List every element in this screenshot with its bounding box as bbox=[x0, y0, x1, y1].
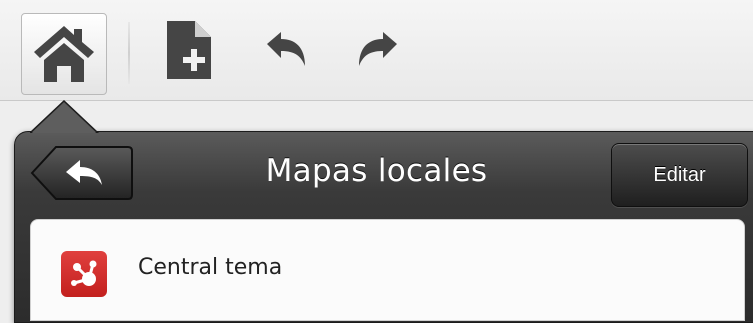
redo-button[interactable] bbox=[346, 28, 406, 72]
redo-icon bbox=[359, 32, 397, 66]
undo-icon bbox=[267, 32, 305, 66]
new-document-icon bbox=[167, 21, 211, 79]
toolbar bbox=[0, 0, 753, 101]
undo-button[interactable] bbox=[258, 28, 318, 72]
list-item[interactable]: Central tema bbox=[31, 220, 744, 320]
home-icon bbox=[34, 26, 94, 82]
popover-pointer bbox=[30, 100, 100, 133]
new-document-button[interactable] bbox=[158, 16, 220, 84]
toolbar-separator bbox=[128, 22, 130, 84]
home-button[interactable] bbox=[21, 13, 107, 95]
edit-button[interactable]: Editar bbox=[611, 143, 748, 207]
list-item-label: Central tema bbox=[138, 255, 283, 280]
local-maps-list: Central tema bbox=[30, 219, 745, 321]
back-button[interactable] bbox=[30, 145, 134, 201]
mind-map-icon bbox=[61, 251, 107, 297]
